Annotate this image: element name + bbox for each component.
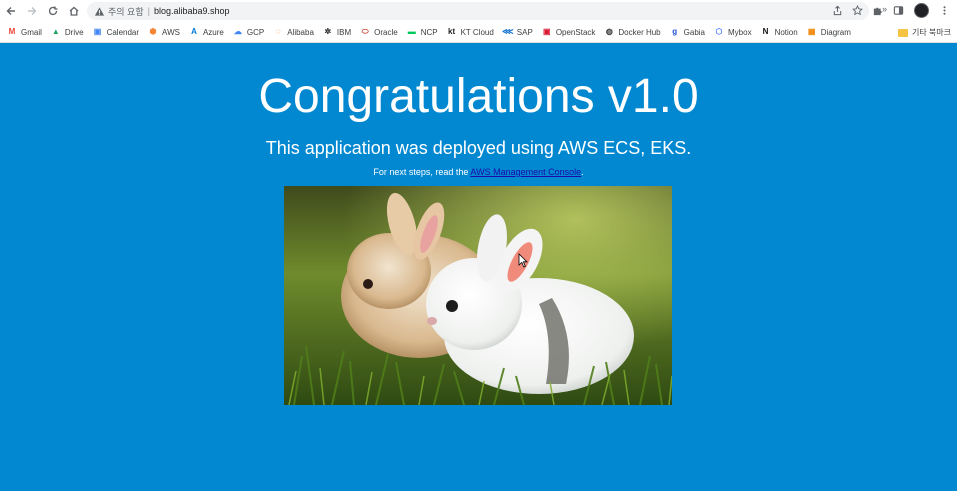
bookmark-oracle[interactable]: ⬭ Oracle (360, 22, 398, 43)
address-separator: | (147, 6, 150, 16)
bookmark-sap[interactable]: ⋘ SAP (502, 22, 533, 43)
reload-icon (48, 6, 58, 16)
bookmark-alibaba[interactable]: ◌ Alibaba (273, 22, 314, 43)
profile-avatar[interactable] (914, 3, 929, 18)
bookmark-label: Gabia (683, 27, 705, 37)
bookmark-gabia[interactable]: g Gabia (670, 22, 705, 43)
menu-kebab-icon[interactable] (939, 5, 950, 16)
security-status-label[interactable]: 주의 요함 (108, 5, 144, 18)
bookmark-notion[interactable]: N Notion (761, 22, 798, 43)
address-bar[interactable]: 주의 요함 | blog.alibaba9.shop (87, 2, 869, 20)
side-panel-icon[interactable] (893, 5, 904, 16)
bookmark-label: Gmail (21, 27, 42, 37)
bookmark-diagram[interactable]: ▦ Diagram (807, 22, 851, 43)
aws-icon: ⬢ (149, 27, 157, 36)
bookmarks-bar: M Gmail ▲ Drive ▣ Calendar ⬢ AWS A Azure ☁ GCP ◌ Alib… (0, 22, 957, 43)
bookmark-mybox[interactable]: ⬡ Mybox (714, 22, 752, 43)
bookmark-label: GCP (246, 27, 265, 37)
diagram-icon: ▦ (807, 27, 816, 36)
forward-button[interactable] (22, 1, 42, 21)
page-content: Congratulations v1.0 This application wa… (0, 43, 957, 491)
oracle-icon: ⬭ (361, 27, 369, 36)
kt-cloud-icon: kt (448, 27, 456, 36)
drive-icon: ▲ (51, 27, 60, 36)
next-steps-prefix: For next steps, read the (373, 167, 471, 177)
bookmark-label: Alibaba (287, 27, 314, 37)
aws-console-link[interactable]: AWS Management Console (470, 167, 581, 177)
warning-triangle-icon[interactable] (94, 6, 105, 17)
bookmark-label: SAP (516, 27, 533, 37)
bookmark-label: AWS (162, 27, 180, 37)
bunnies-photo (284, 186, 672, 405)
other-bookmarks-label: 기타 북마크 (911, 28, 951, 37)
bookmark-calendar[interactable]: ▣ Calendar (93, 22, 139, 43)
bookmark-star-icon[interactable] (852, 5, 863, 16)
gmail-icon: M (8, 27, 16, 36)
gcp-icon: ☁ (233, 27, 242, 36)
back-arrow-icon (6, 7, 15, 15)
bookmark-label: Mybox (728, 27, 752, 37)
reload-button[interactable] (43, 1, 63, 21)
azure-icon: A (191, 27, 197, 36)
bookmark-label: Oracle (374, 27, 398, 37)
bookmark-azure[interactable]: A Azure (189, 22, 224, 43)
calendar-icon: ▣ (93, 27, 102, 36)
ncp-icon: ▬ (407, 27, 416, 36)
mouse-pointer-icon (518, 253, 528, 268)
bookmark-label: KT Cloud (460, 27, 494, 37)
url-text[interactable]: blog.alibaba9.shop (154, 6, 230, 16)
bookmark-gcp[interactable]: ☁ GCP (233, 22, 264, 43)
bookmark-label: IBM (336, 27, 352, 37)
alibaba-icon: ◌ (275, 27, 281, 36)
folder-icon (897, 28, 908, 37)
next-steps-text: For next steps, read the AWS Management … (0, 166, 957, 178)
bookmark-label: Notion (774, 27, 798, 37)
home-button[interactable] (64, 1, 84, 21)
bookmark-label: Calendar (106, 27, 140, 37)
bookmark-ibm[interactable]: ✲ IBM (323, 22, 352, 43)
bookmark-aws[interactable]: ⬢ AWS (148, 22, 180, 43)
page-subtitle: This application was deployed using AWS … (265, 138, 692, 158)
mybox-icon: ⬡ (715, 27, 723, 36)
bookmark-gmail[interactable]: M Gmail (7, 22, 42, 43)
bookmark-label: NCP (420, 27, 438, 37)
bookmark-openstack[interactable]: ▣ OpenStack (542, 22, 596, 43)
bookmark-ncp[interactable]: ▬ NCP (407, 22, 438, 43)
bookmarks-overflow-chevron[interactable]: » (882, 4, 887, 14)
docker-icon: ◍ (605, 27, 613, 36)
forward-arrow-icon (28, 7, 37, 15)
sap-icon: ⋘ (502, 27, 514, 36)
bookmark-label: Diagram (820, 27, 851, 37)
browser-toolbar: 주의 요함 | blog.alibaba9.shop (0, 0, 957, 22)
bookmark-label: Drive (64, 27, 84, 37)
home-icon (69, 6, 79, 16)
page-title: Congratulations v1.0 (258, 70, 699, 123)
gabia-icon: g (672, 27, 678, 36)
bookmark-kt-cloud[interactable]: kt KT Cloud (447, 22, 494, 43)
bookmark-docker-hub[interactable]: ◍ Docker Hub (604, 22, 661, 43)
back-button[interactable] (1, 1, 21, 21)
bookmark-label: Docker Hub (618, 27, 661, 37)
bookmark-label: OpenStack (555, 27, 596, 37)
other-bookmarks-folder[interactable]: 기타 북마크 (897, 22, 951, 43)
notion-icon: N (762, 27, 769, 36)
bookmark-label: Azure (202, 27, 224, 37)
next-steps-suffix: . (581, 167, 584, 177)
bookmark-drive[interactable]: ▲ Drive (51, 22, 84, 43)
openstack-icon: ▣ (543, 27, 551, 36)
ibm-icon: ✲ (324, 27, 332, 36)
share-icon[interactable] (832, 5, 843, 16)
